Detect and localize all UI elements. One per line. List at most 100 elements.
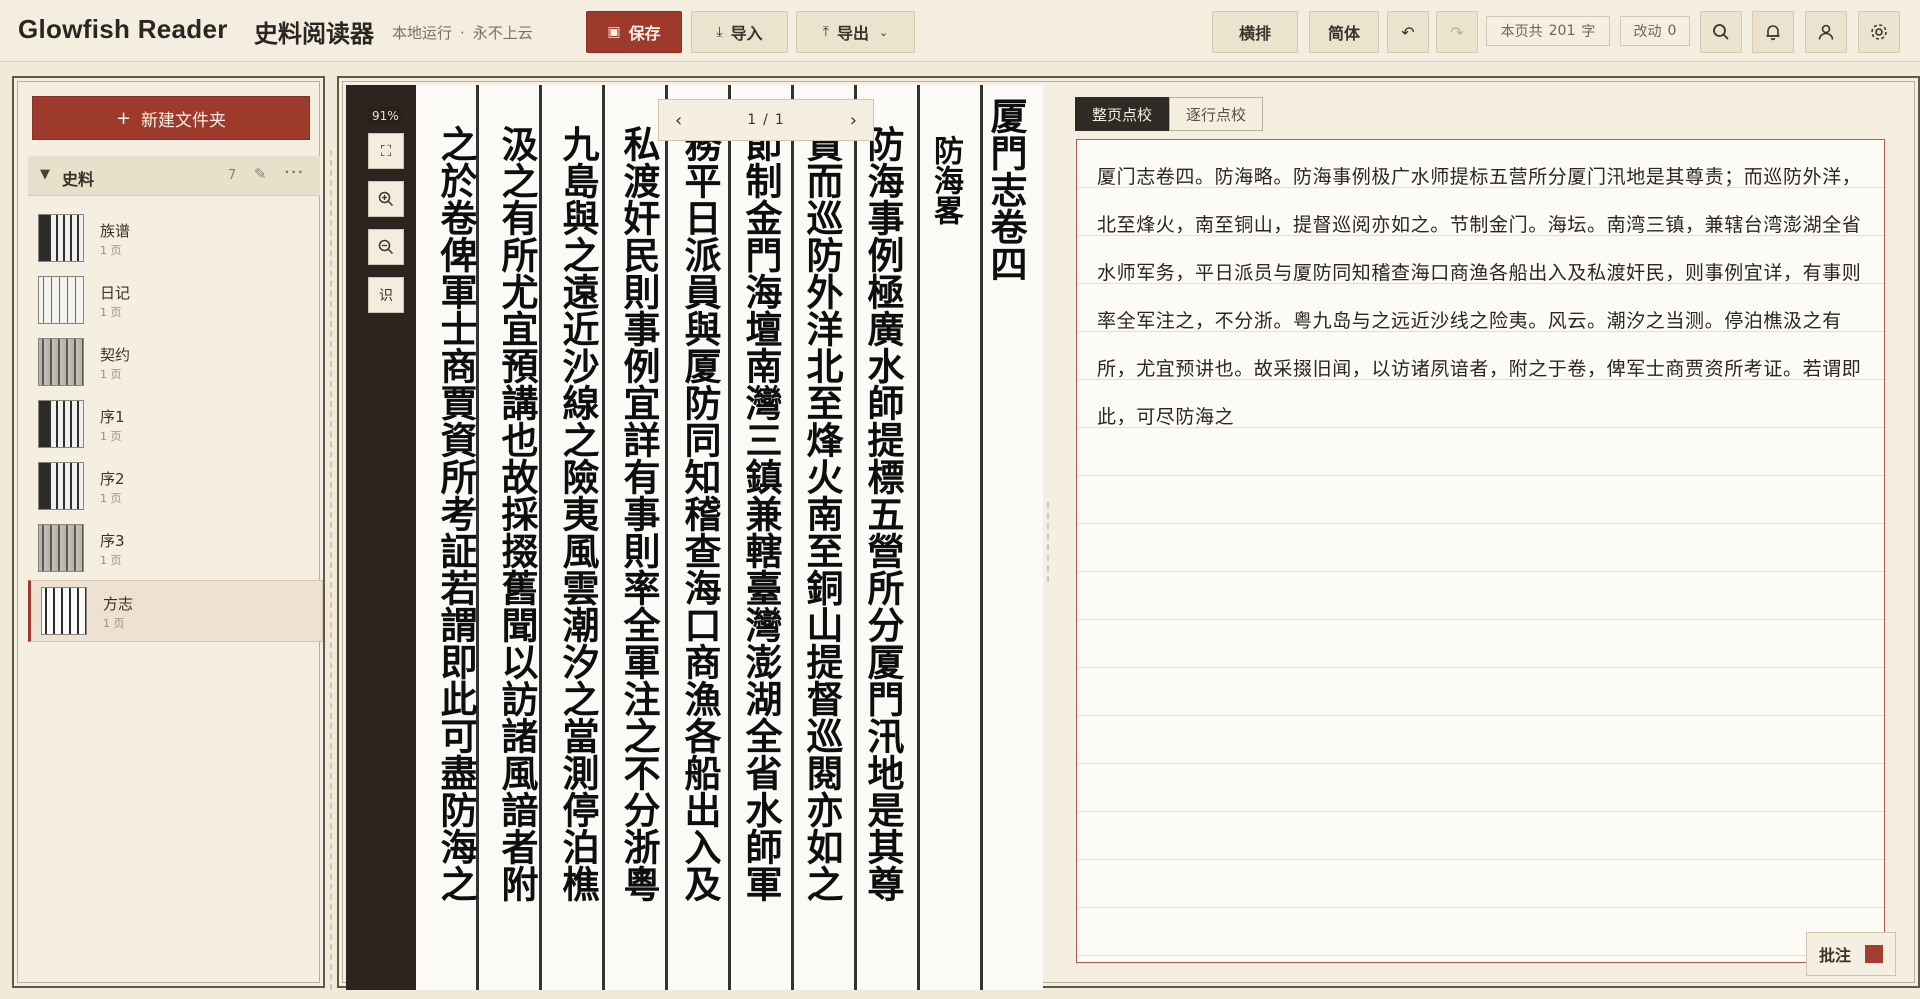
viewer-toolbar: 91% ⛶ 识 xyxy=(346,85,416,990)
settings-button[interactable] xyxy=(1858,11,1900,53)
char-count-prefix: 本页共 xyxy=(1500,24,1543,40)
list-item[interactable]: 序1 1 页 xyxy=(28,394,323,456)
page-thumbnail xyxy=(38,524,84,572)
text-column: 防海畧 xyxy=(928,135,963,225)
list-item[interactable]: 序2 1 页 xyxy=(28,456,323,518)
text-column: 之於卷俾軍士商賈資所考証若謂即此可盡防海之 xyxy=(434,125,478,902)
simplified-chinese-button[interactable]: 简体 xyxy=(1309,11,1379,53)
workspace-frame: 91% ⛶ 识 厦門志卷四 防海畧 防海事例極廣水師提標五營所分厦門汛地是其尊 … xyxy=(342,81,1915,990)
app-brand: Glowfish Reader xyxy=(18,14,228,44)
document-page-count: 1 页 xyxy=(100,306,122,319)
folder-count: 7 xyxy=(228,168,237,183)
page-separator: / xyxy=(763,112,769,128)
text-column: 節制金門海壇南灣三鎮兼轄臺灣澎湖全省水師軍 xyxy=(739,125,783,902)
import-label: 导入 xyxy=(730,24,763,43)
chevron-right-icon[interactable]: › xyxy=(850,110,857,131)
expand-icon: ⛶ xyxy=(380,142,392,160)
chevron-down-icon: ⌄ xyxy=(879,25,889,39)
sidebar: + 新建文件夹 ▼ 史料 7 ✎ ··· 族谱 1 页 日记 1 页 契约 1 … xyxy=(12,76,325,988)
text-column: 防海事例極廣水師提標五營所分厦門汛地是其尊 xyxy=(861,125,905,902)
scanned-page-image: 厦門志卷四 防海畧 防海事例極廣水師提標五營所分厦門汛地是其尊 責而巡防外洋北至… xyxy=(416,85,1043,990)
document-name: 族谱 xyxy=(100,222,131,240)
annotate-button[interactable]: 批注 xyxy=(1806,932,1896,976)
folder-name: 史料 xyxy=(62,170,95,189)
char-count-suffix: 字 xyxy=(1581,24,1596,40)
document-name: 序2 xyxy=(100,470,125,488)
chevron-left-icon[interactable]: ‹ xyxy=(675,110,682,131)
tab-line-proofread[interactable]: 逐行点校 xyxy=(1169,97,1264,131)
zoom-in-button[interactable] xyxy=(368,181,404,217)
image-viewer[interactable]: 91% ⛶ 识 厦門志卷四 防海畧 防海事例極廣水師提標五營所分厦門汛地是其尊 … xyxy=(346,85,1043,990)
annotation-color-swatch xyxy=(1865,945,1883,963)
fit-screen-button[interactable]: ⛶ xyxy=(368,133,404,169)
proofread-tabs: 整页点校 逐行点校 xyxy=(1075,97,1264,131)
app-header: Glowfish Reader 史料阅读器 本地运行 · 永不上云 ▣ 保存 ⤓ 导… xyxy=(0,0,1920,62)
pane-resize-handle[interactable] xyxy=(1047,502,1051,582)
undo-button[interactable]: ↶ xyxy=(1387,11,1429,53)
notification-button[interactable] xyxy=(1752,11,1794,53)
text-column: 九島與之遠近沙線之險夷風雲潮汐之當測停泊樵 xyxy=(556,125,600,902)
workspace: 91% ⛶ 识 厦門志卷四 防海畧 防海事例極廣水師提標五營所分厦門汛地是其尊 … xyxy=(337,76,1920,990)
document-page-count: 1 页 xyxy=(100,430,122,443)
collapse-triangle-icon[interactable]: ▼ xyxy=(40,167,50,182)
tagline-no-cloud: 永不上云 xyxy=(472,24,533,42)
tagline: 本地运行 · 永不上云 xyxy=(392,22,533,43)
text-column: 務平日派員與厦防同知稽查海口商漁各船出入及 xyxy=(678,125,722,902)
document-page-count: 1 页 xyxy=(100,492,122,505)
zoom-out-icon xyxy=(378,239,394,255)
document-list: 族谱 1 页 日记 1 页 契约 1 页 序1 1 页 序2 1 页 序3 1 … xyxy=(28,208,323,642)
page-thumbnail xyxy=(38,400,84,448)
document-name: 方志 xyxy=(103,595,134,613)
save-icon: ▣ xyxy=(607,24,621,40)
user-icon xyxy=(1818,24,1834,40)
list-item[interactable]: 序3 1 页 xyxy=(28,518,323,580)
page-char-count: 本页共 201 字 xyxy=(1486,16,1610,46)
transcription-text[interactable]: 厦门志卷四。防海略。防海事例极广水师提标五营所分厦门汛地是其尊责；而巡防外洋，北… xyxy=(1097,153,1867,441)
user-button[interactable] xyxy=(1805,11,1847,53)
app-brand-cn: 史料阅读器 xyxy=(254,20,374,48)
sidebar-resize-handle[interactable] xyxy=(330,150,332,990)
search-button[interactable] xyxy=(1700,11,1742,53)
document-page-count: 1 页 xyxy=(100,244,122,257)
bell-icon xyxy=(1766,25,1780,41)
text-column: 責而巡防外洋北至烽火南至銅山提督巡閱亦如之 xyxy=(800,125,844,902)
sidebar-frame: + 新建文件夹 ▼ 史料 7 ✎ ··· 族谱 1 页 日记 1 页 契约 1 … xyxy=(17,81,323,983)
document-page-count: 1 页 xyxy=(100,554,122,567)
export-button[interactable]: ⤒ 导出 ⌄ xyxy=(796,11,915,53)
page-thumbnail xyxy=(38,276,84,324)
list-item[interactable]: 族谱 1 页 xyxy=(28,208,323,270)
transcription-editor[interactable]: 厦门志卷四。防海略。防海事例极广水师提标五营所分厦门汛地是其尊责；而巡防外洋，北… xyxy=(1076,139,1885,963)
new-folder-button[interactable]: + 新建文件夹 xyxy=(32,96,310,140)
folder-header[interactable]: ▼ 史料 7 ✎ ··· xyxy=(28,156,320,196)
horizontal-layout-button[interactable]: 横排 xyxy=(1212,11,1298,53)
gear-icon xyxy=(1871,24,1887,40)
document-name: 序3 xyxy=(100,532,125,550)
text-column: 厦門志卷四 xyxy=(984,97,1028,282)
save-button[interactable]: ▣ 保存 xyxy=(586,11,682,53)
text-column: 私渡奸民則事例宜詳有事則率全軍注之不分浙粵 xyxy=(617,125,661,902)
page-thumbnail xyxy=(38,338,84,386)
page-total: 1 xyxy=(774,112,785,128)
document-name: 日记 xyxy=(100,284,131,302)
list-item[interactable]: 日记 1 页 xyxy=(28,270,323,332)
undo-icon: ↶ xyxy=(1401,22,1415,42)
redo-button[interactable]: ↷ xyxy=(1436,11,1478,53)
document-page-count: 1 页 xyxy=(100,368,122,381)
document-page-count: 1 页 xyxy=(103,617,125,630)
list-item-selected[interactable]: 方志 1 页 xyxy=(28,580,323,642)
pencil-icon[interactable]: ✎ xyxy=(254,165,267,183)
download-icon: ⤓ xyxy=(716,24,723,40)
search-icon xyxy=(1713,24,1729,40)
annotate-label: 批注 xyxy=(1818,946,1851,965)
tagline-separator: · xyxy=(460,24,465,42)
more-icon[interactable]: ··· xyxy=(284,162,304,183)
redo-icon: ↷ xyxy=(1450,22,1464,42)
tab-page-proofread[interactable]: 整页点校 xyxy=(1075,97,1170,131)
zoom-out-button[interactable] xyxy=(368,229,404,265)
change-count-value: 0 xyxy=(1667,23,1677,39)
ocr-button[interactable]: 识 xyxy=(368,277,404,313)
plus-icon: + xyxy=(115,107,132,129)
page-thumbnail xyxy=(38,462,84,510)
list-item[interactable]: 契约 1 页 xyxy=(28,332,323,394)
import-button[interactable]: ⤓ 导入 xyxy=(691,11,788,53)
